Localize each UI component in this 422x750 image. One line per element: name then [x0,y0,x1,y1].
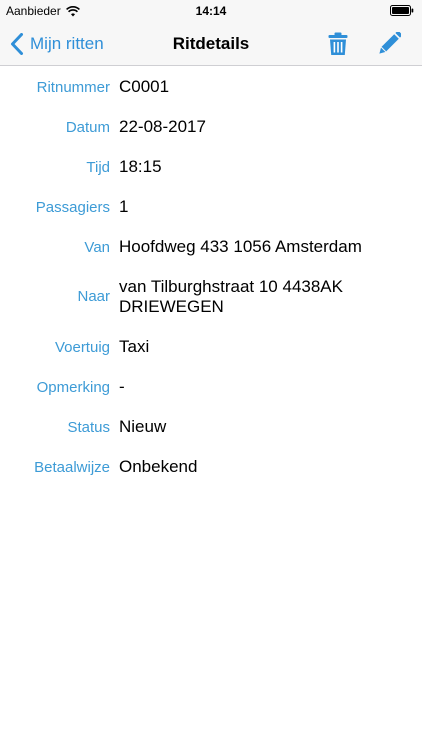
trash-icon [328,32,348,55]
battery-icon [390,5,414,16]
detail-row-passagiers: Passagiers 1 [0,187,422,227]
detail-row-van: Van Hoofdweg 433 1056 Amsterdam [0,227,422,267]
detail-value: van Tilburghstraat 10 4438AK DRIEWEGEN [119,277,343,316]
detail-label: Tijd [86,159,110,176]
back-button[interactable]: Mijn ritten [10,22,104,66]
detail-label: Naar [77,288,110,305]
edit-button[interactable] [379,30,403,54]
detail-label: Ritnummer [36,79,110,96]
detail-value: 22-08-2017 [119,117,206,136]
detail-row-datum: Datum 22-08-2017 [0,107,422,147]
detail-value: Taxi [119,337,150,356]
status-time: 14:14 [195,4,227,18]
detail-row-tijd: Tijd 18:15 [0,147,422,187]
detail-label: Van [84,239,110,256]
detail-label: Betaalwijze [34,459,110,476]
delete-button[interactable] [328,32,348,56]
detail-row-naar: Naar van Tilburghstraat 10 4438AK DRIEWE… [0,267,422,327]
chevron-left-icon [11,33,23,55]
detail-label: Status [67,419,110,436]
status-bar: Aanbieder 14:14 [0,0,422,22]
detail-value: Hoofdweg 433 1056 Amsterdam [119,237,362,256]
detail-row-ritnummer: Ritnummer C0001 [0,67,422,107]
detail-value: 18:15 [119,157,162,176]
detail-row-voertuig: Voertuig Taxi [0,327,422,367]
detail-value: C0001 [119,77,170,96]
detail-row-opmerking: Opmerking - [0,367,422,407]
detail-label: Passagiers [35,199,110,216]
ride-details-screen: Aanbieder 14:14 Mijn ritten Ritdetails R… [0,0,422,750]
ride-details-list: Ritnummer C0001 Datum 22-08-2017 Tijd 18… [0,67,422,487]
detail-row-status: Status Nieuw [0,407,422,447]
detail-value: - [119,377,125,396]
detail-row-betaalwijze: Betaalwijze Onbekend [0,447,422,487]
detail-label: Opmerking [36,379,110,396]
back-button-label: Mijn ritten [30,34,104,53]
detail-label: Voertuig [54,339,110,356]
detail-value: Nieuw [119,417,167,436]
pencil-icon [379,30,403,54]
detail-label: Datum [65,119,110,136]
navigation-bar: Mijn ritten Ritdetails [0,22,422,66]
detail-value: 1 [119,197,129,216]
detail-value: Onbekend [119,457,198,476]
